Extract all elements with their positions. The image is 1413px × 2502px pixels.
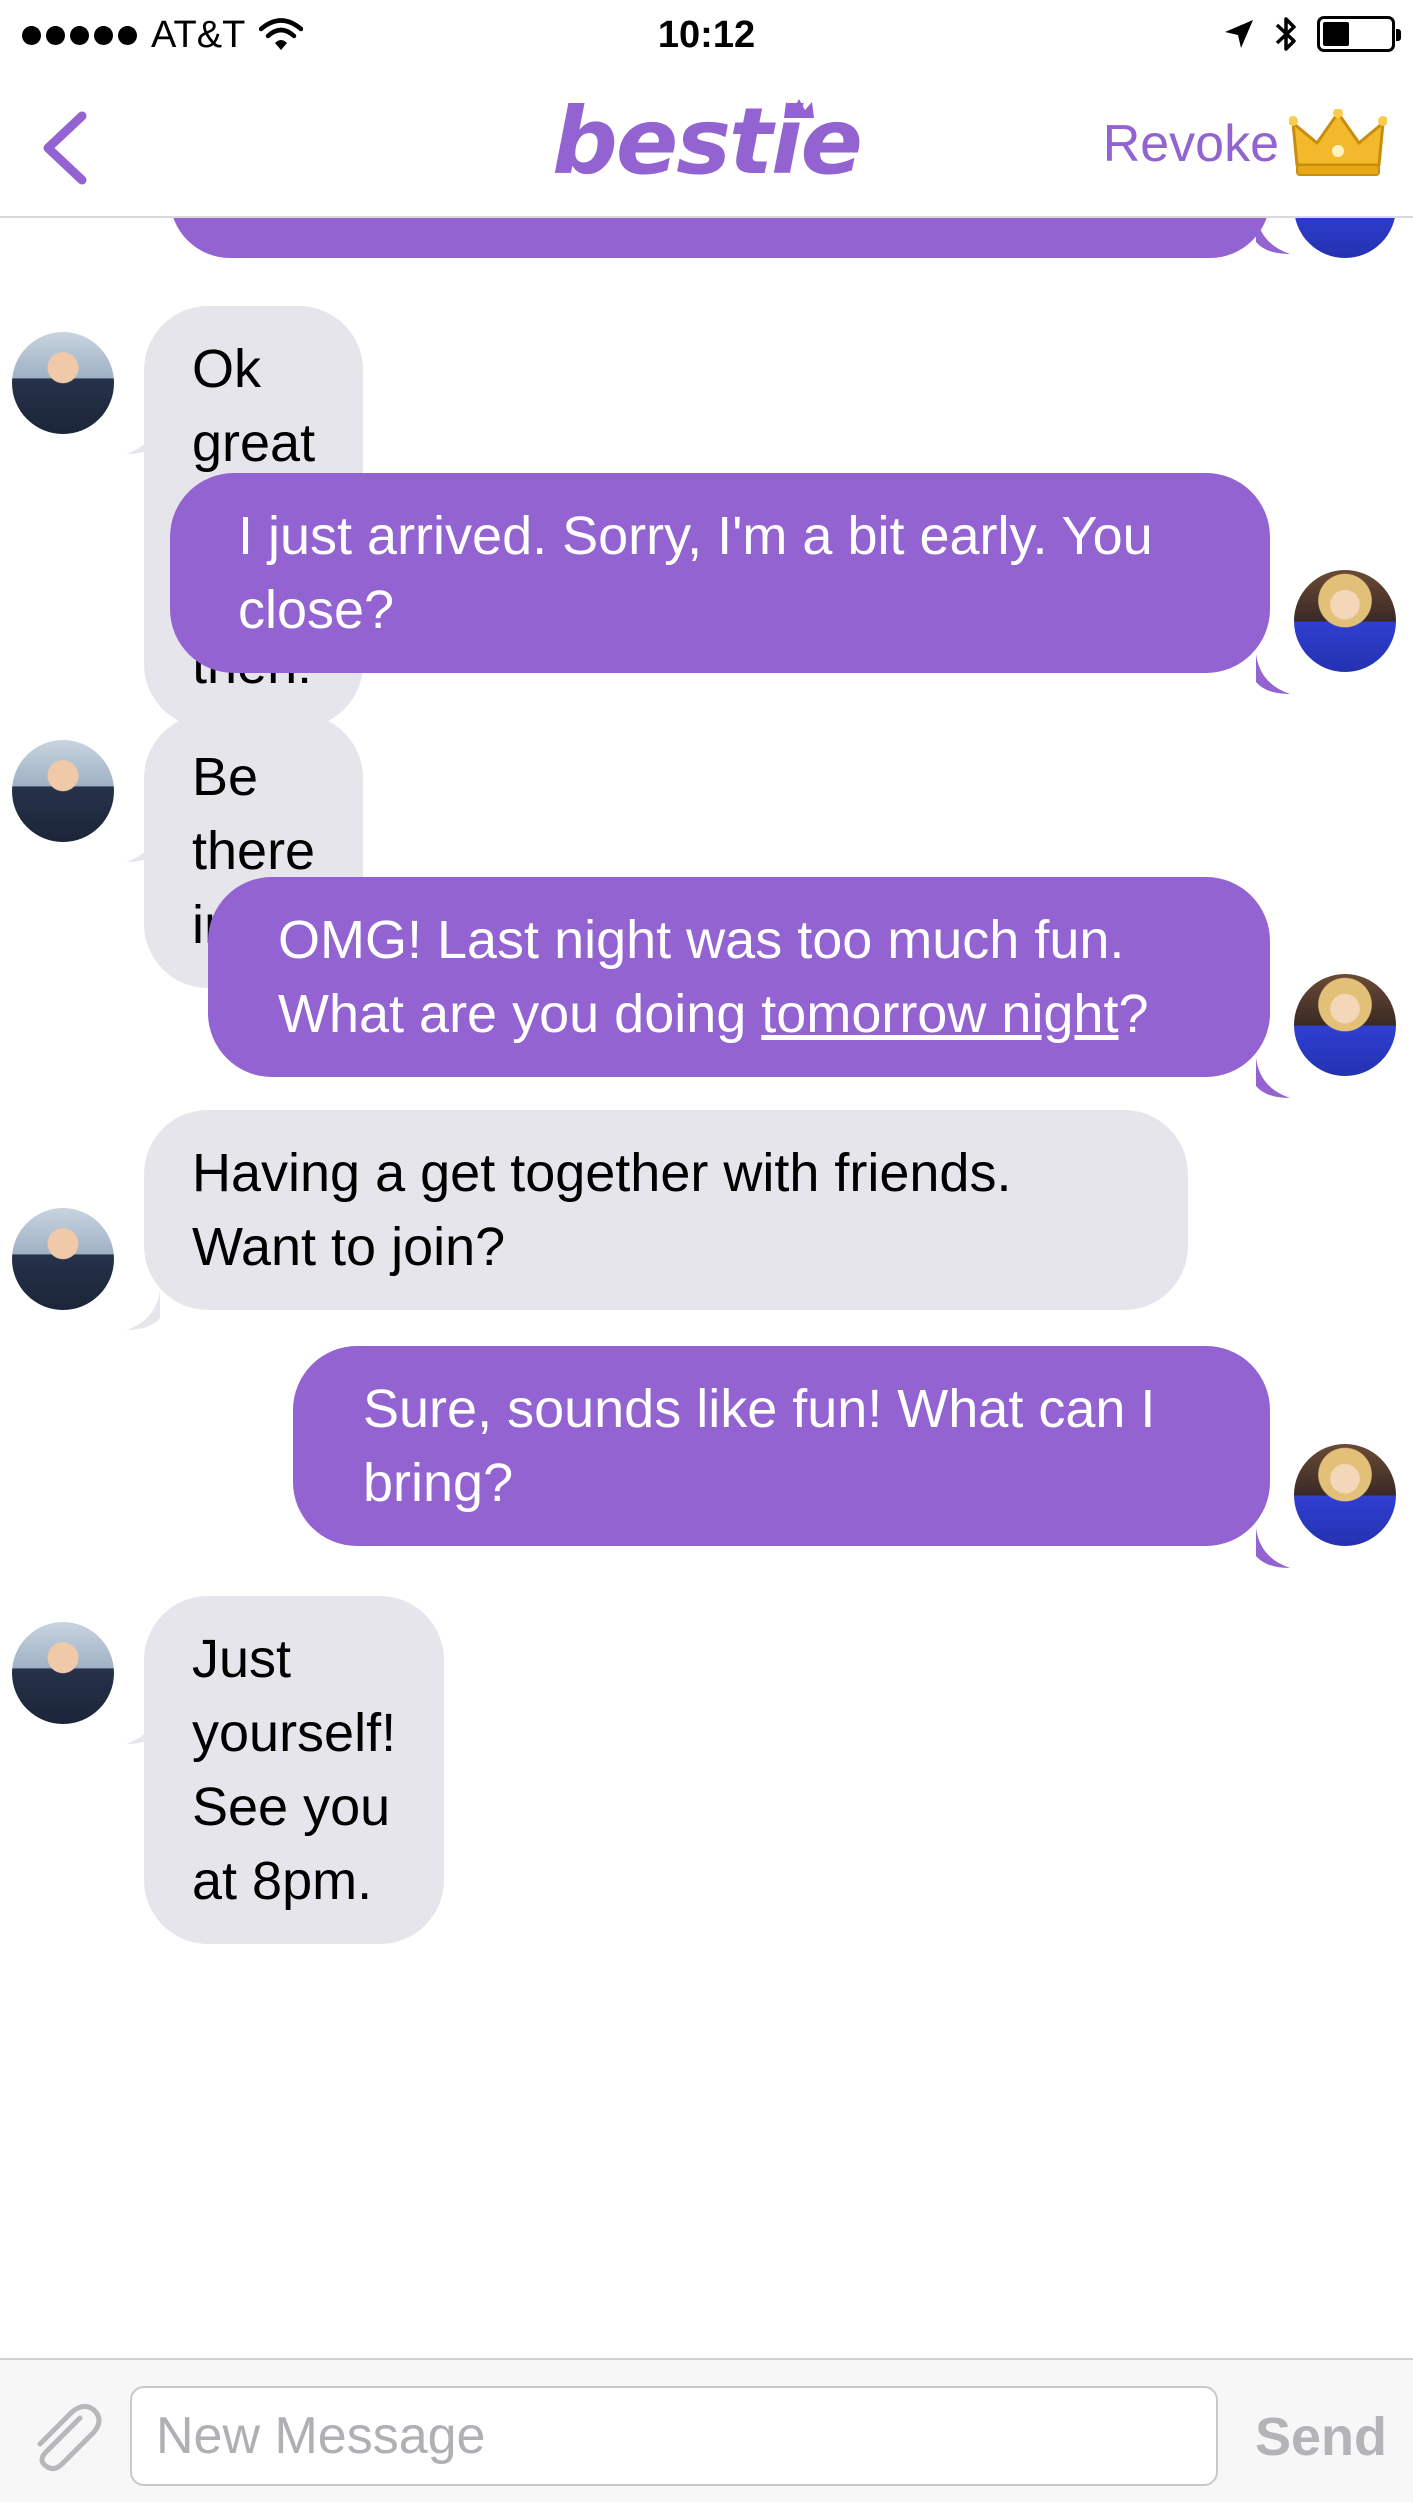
message-bubble: Having a get together with friends. Want… xyxy=(144,1110,1188,1310)
message-text: Having a get together with friends. Want… xyxy=(192,1143,1012,1277)
avatar[interactable] xyxy=(12,740,114,842)
message-bubble: Sure, sounds like fun! What can I bring? xyxy=(293,1346,1270,1546)
revoke-label: Revoke xyxy=(1102,115,1279,173)
bubble-tail xyxy=(1256,218,1290,254)
bubble-tail xyxy=(1256,1058,1290,1098)
avatar[interactable] xyxy=(1294,1444,1396,1546)
message-text: Sure, sounds like fun! What can I bring? xyxy=(363,1379,1156,1513)
message-bubble xyxy=(170,218,1270,258)
avatar[interactable] xyxy=(12,1208,114,1310)
status-bar: AT&T 10:12 xyxy=(0,0,1413,70)
message-bubble: Just yourself! See you at 8pm. xyxy=(144,1596,445,1944)
date-link[interactable]: tomorrow night xyxy=(761,984,1118,1044)
message-bubble: OMG! Last night was too much fun. What a… xyxy=(208,877,1270,1077)
status-right xyxy=(1223,14,1401,54)
avatar[interactable] xyxy=(1294,570,1396,672)
bluetooth-icon xyxy=(1275,17,1296,51)
message-list[interactable]: Ok great see you then! I just arrived. S… xyxy=(0,218,1413,2358)
message-input[interactable] xyxy=(130,2386,1218,2486)
battery-fill xyxy=(1323,22,1349,46)
status-time: 10:12 xyxy=(657,14,756,56)
send-button[interactable]: Send xyxy=(1255,2400,1387,2474)
message-text: Just yourself! See you at 8pm. xyxy=(192,1629,397,1911)
avatar[interactable] xyxy=(1294,218,1396,258)
avatar[interactable] xyxy=(12,1622,114,1724)
avatar[interactable] xyxy=(12,332,114,434)
message-bubble: I just arrived. Sorry, I'm a bit early. … xyxy=(170,473,1270,673)
battery-icon xyxy=(1317,16,1401,52)
attach-button[interactable] xyxy=(24,2396,106,2478)
crown-icon xyxy=(1289,109,1387,176)
bubble-tail xyxy=(126,1290,160,1330)
bubble-tail xyxy=(1256,1528,1290,1568)
revoke-button[interactable]: Revoke xyxy=(1103,104,1387,184)
logo-crown-mark-icon xyxy=(783,99,814,118)
brand-logo: bestie xyxy=(552,88,863,196)
bubble-tail xyxy=(1256,654,1290,694)
location-arrow-icon xyxy=(1225,20,1253,48)
message-text-end: ? xyxy=(1118,984,1149,1044)
avatar[interactable] xyxy=(1294,974,1396,1076)
composer: Send xyxy=(0,2358,1413,2502)
chat-screen: AT&T 10:12 bestie Revoke Ok great I just… xyxy=(0,0,1413,2502)
message-text: I just arrived. Sorry, I'm a bit early. … xyxy=(238,506,1153,640)
nav-bar: bestie Revoke xyxy=(0,70,1413,218)
paperclip-icon xyxy=(37,2404,102,2472)
